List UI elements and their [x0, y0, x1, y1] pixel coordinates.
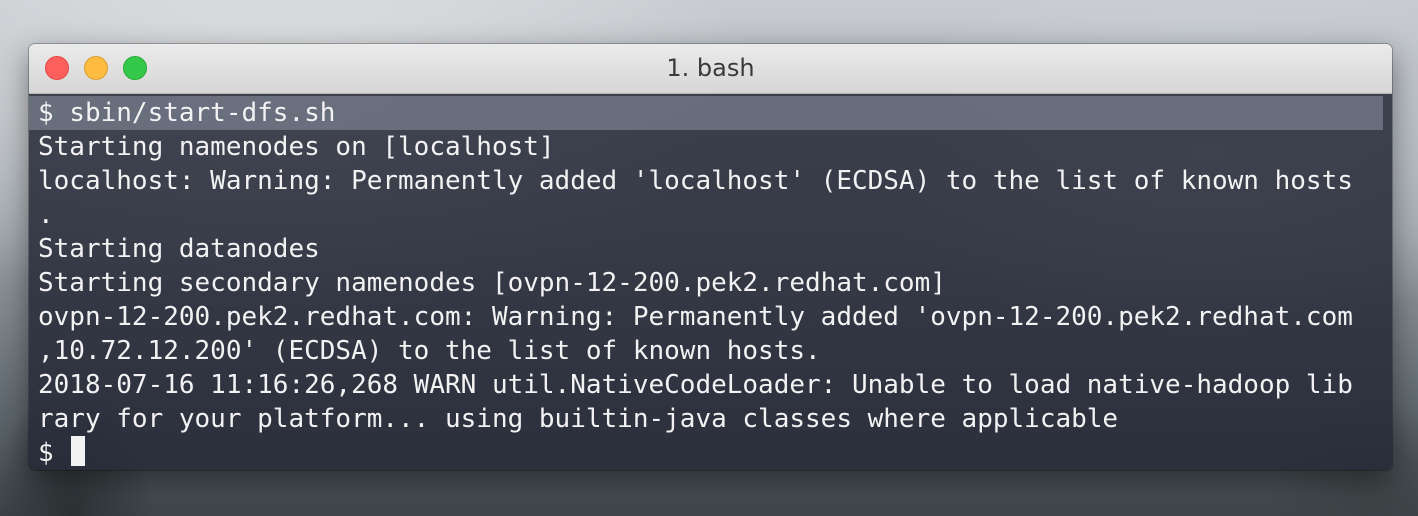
terminal-line-command: $ sbin/start-dfs.sh: [29, 96, 1383, 130]
terminal-line: .: [38, 200, 54, 230]
terminal-line: 2018-07-16 11:16:26,268 WARN util.Native…: [38, 370, 1353, 400]
terminal-window[interactable]: 1. bash $ sbin/start-dfs.sh Starting nam…: [29, 44, 1392, 470]
text-cursor: [71, 436, 86, 466]
window-title: 1. bash: [666, 54, 755, 82]
terminal-line: ovpn-12-200.pek2.redhat.com: Warning: Pe…: [38, 302, 1353, 332]
terminal-prompt-line[interactable]: $: [29, 436, 1392, 470]
terminal-line: Starting namenodes on [localhost]: [38, 132, 555, 162]
terminal-output[interactable]: $ sbin/start-dfs.sh Starting namenodes o…: [29, 94, 1392, 470]
terminal-line: ,10.72.12.200' (ECDSA) to the list of kn…: [38, 336, 821, 366]
title-bar[interactable]: 1. bash: [29, 44, 1392, 94]
prompt-symbol: $: [38, 438, 70, 468]
terminal-line: localhost: Warning: Permanently added 'l…: [38, 166, 1353, 196]
terminal-line: Starting secondary namenodes [ovpn-12-20…: [38, 268, 946, 298]
terminal-line: Starting datanodes: [38, 234, 320, 264]
terminal-line: rary for your platform... using builtin-…: [38, 404, 1119, 434]
